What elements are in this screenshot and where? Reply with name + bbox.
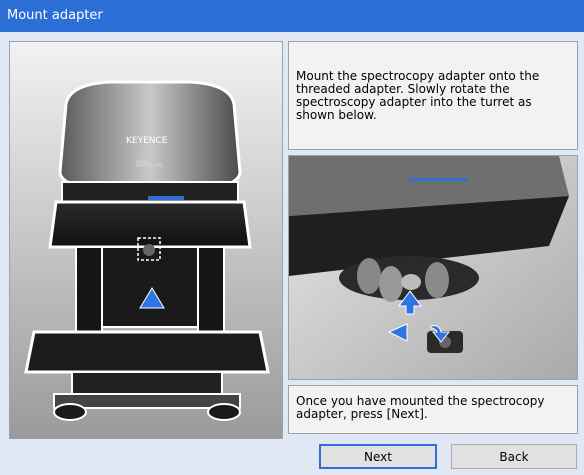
instruction-panel: Mount the spectrocopy adapter onto the t… bbox=[288, 41, 578, 150]
back-button[interactable]: Back bbox=[451, 444, 577, 469]
next-button[interactable]: Next bbox=[319, 444, 437, 469]
window-title: Mount adapter bbox=[7, 8, 103, 23]
dialog-body: KEYENCE LASER MICROSCOPE Mount the spect… bbox=[0, 32, 584, 475]
microscope-illustration-panel: KEYENCE LASER MICROSCOPE bbox=[9, 41, 283, 439]
turret-photo-panel bbox=[288, 155, 578, 380]
turret-photo bbox=[289, 156, 577, 379]
title-bar: Mount adapter bbox=[0, 0, 584, 32]
model-label: LASER MICROSCOPE bbox=[136, 159, 163, 168]
completion-text: Once you have mounted the spectrocopy ad… bbox=[296, 394, 545, 421]
brand-label: KEYENCE bbox=[126, 136, 168, 146]
completion-panel: Once you have mounted the spectrocopy ad… bbox=[288, 385, 578, 434]
instruction-text: Mount the spectrocopy adapter onto the t… bbox=[296, 69, 540, 122]
microscope-illustration bbox=[10, 42, 282, 438]
